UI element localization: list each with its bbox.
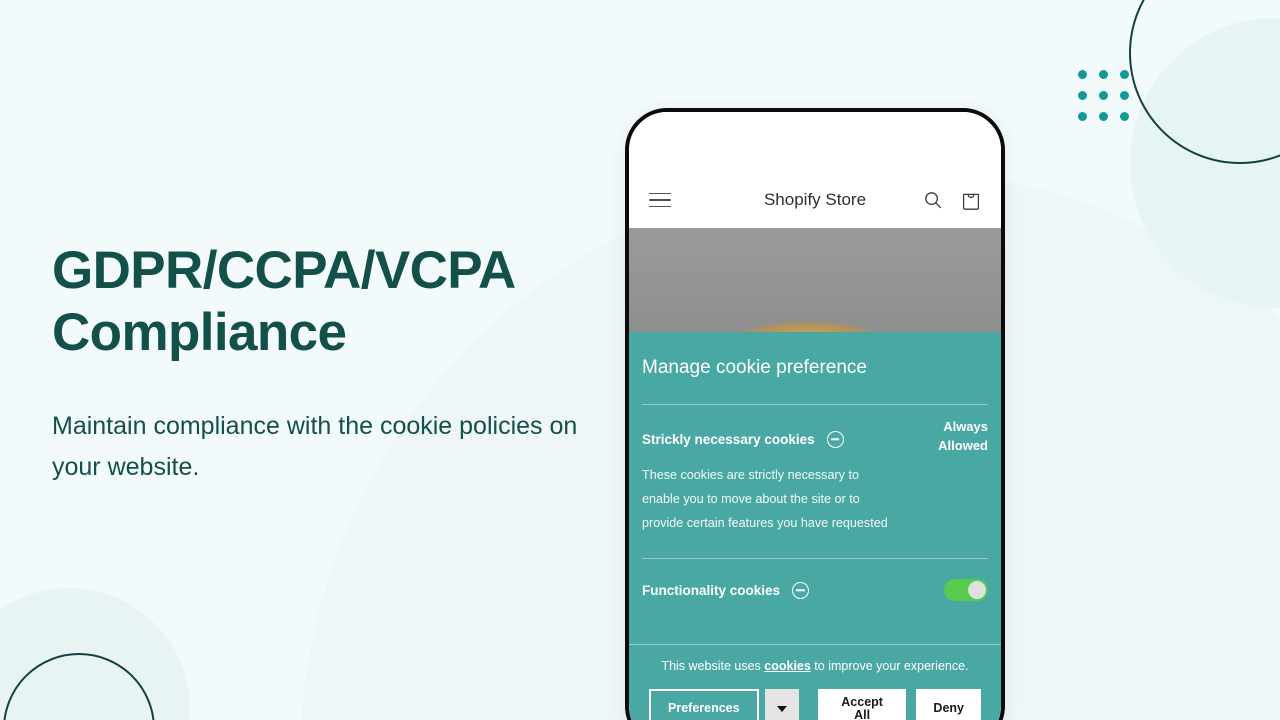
consent-banner-actions: Preferences Accept All Deny — [649, 689, 981, 720]
hero-copy: GDPR/CCPA/VCPA Compliance Maintain compl… — [52, 240, 612, 487]
decor-circle-mint-bottom-left — [0, 588, 190, 720]
hamburger-menu-icon[interactable] — [649, 192, 671, 208]
preferences-button[interactable]: Preferences — [649, 689, 759, 720]
store-navigation-bar: Shopify Store — [629, 172, 1001, 228]
decor-circle-outline-bottom-left — [3, 653, 155, 720]
consent-banner-text: This website uses cookies to improve you… — [649, 657, 981, 676]
cookie-category-name: Strickly necessary cookies — [642, 431, 815, 447]
caret-down-icon — [776, 705, 787, 712]
cookie-consent-banner: This website uses cookies to improve you… — [629, 644, 1001, 720]
cookie-category-name: Functionality cookies — [642, 582, 781, 598]
product-hero-image — [629, 228, 1001, 332]
shopping-bag-icon[interactable] — [961, 190, 981, 211]
consent-text-before: This website uses — [661, 659, 765, 674]
always-allowed-status-badge: Always Allowed — [938, 418, 988, 453]
decor-dot-grid — [1078, 70, 1129, 121]
preferences-dropdown-button[interactable] — [764, 689, 799, 720]
store-nav-actions — [923, 190, 981, 211]
consent-text-after: to improve your experience. — [810, 659, 969, 674]
cookie-category-functionality: Functionality cookies — [642, 559, 988, 620]
accept-all-button[interactable]: Accept All — [817, 689, 907, 720]
phone-status-area — [629, 112, 1001, 172]
cookie-panel-title: Manage cookie preference — [642, 357, 867, 378]
phone-mockup: Shopify Store Manage cookie preference S… — [625, 108, 1005, 720]
search-icon[interactable] — [923, 190, 943, 210]
decor-circle-mint-top-right — [1130, 18, 1280, 308]
minus-circle-icon[interactable] — [826, 430, 844, 448]
cookie-category-description: These cookies are strictly necessary to … — [642, 468, 888, 530]
deny-button[interactable]: Deny — [916, 689, 981, 720]
cookie-category-header: Functionality cookies — [642, 581, 944, 599]
toggle-knob — [968, 581, 986, 600]
page-title: GDPR/CCPA/VCPA Compliance — [52, 241, 514, 362]
phone-screen: Shopify Store Manage cookie preference S… — [629, 112, 1001, 720]
cookie-category-header: Strickly necessary cookies — [642, 430, 916, 448]
functionality-cookies-toggle[interactable] — [944, 579, 988, 602]
cookie-preference-panel: Manage cookie preference Strickly necess… — [629, 332, 1001, 645]
page-subtitle: Maintain compliance with the cookie poli… — [52, 412, 578, 481]
cookie-category-strictly-necessary: Strickly necessary cookies Always Allowe… — [642, 405, 988, 456]
cookies-policy-link[interactable]: cookies — [764, 659, 811, 673]
minus-circle-icon[interactable] — [792, 581, 810, 599]
decor-circle-outline-top-right — [1129, 0, 1280, 164]
